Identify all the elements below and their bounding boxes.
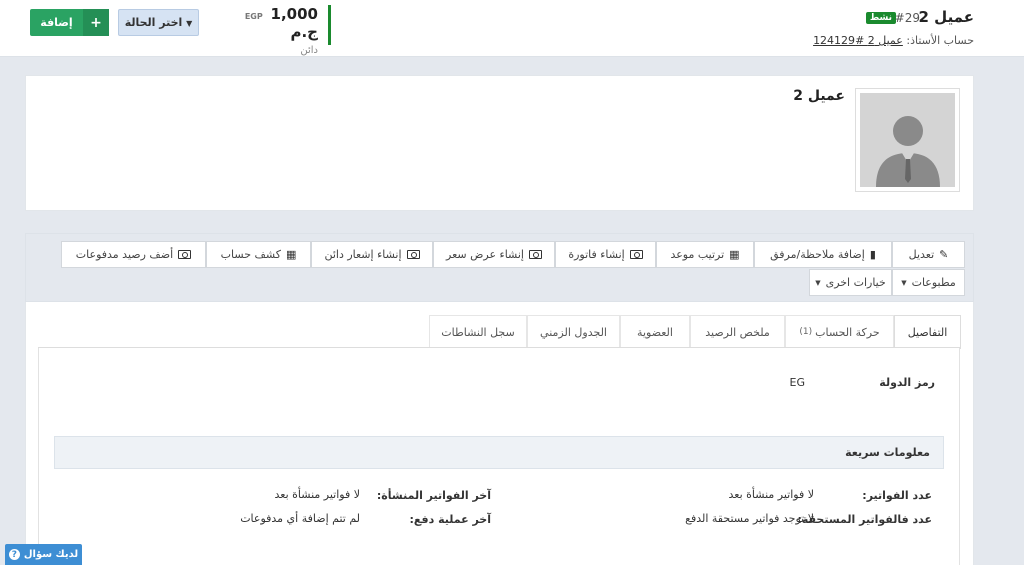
last-invoices-label: آخر الفواتير المنشأة:	[376, 489, 491, 502]
statement-button[interactable]: ▦ كشف حساب	[206, 241, 311, 268]
invoice-count-value: لا فواتير منشأة بعد	[728, 488, 815, 501]
money-icon	[529, 250, 542, 259]
create-credit-note-button[interactable]: إنشاء إشعار دائن	[311, 241, 433, 268]
due-invoices-value: لا توجد فواتير مستحقة الدفع	[685, 512, 814, 525]
tab-details[interactable]: التفاصيل	[894, 315, 961, 349]
due-invoices-label: عدد فالفواتير المستحقة:	[797, 513, 932, 526]
pencil-icon: ✎	[939, 248, 949, 261]
money-icon	[406, 250, 420, 259]
balance-box: EGP 1,000 ج.م دائن	[228, 5, 331, 56]
status-select-label: اختر الحالة	[124, 16, 183, 29]
client-number: #29	[894, 11, 920, 25]
schedule-button[interactable]: ▦ ترتيب موعد	[656, 241, 754, 268]
ledger-account-prefix: حساب الأستاذ:	[906, 34, 974, 47]
create-quote-button-label: إنشاء عرض سعر	[446, 248, 524, 261]
add-note-button[interactable]: ▮ إضافة ملاحظة/مرفق	[754, 241, 892, 268]
tab-balance-summary-label: ملخص الرصيد	[705, 325, 770, 339]
tab-membership[interactable]: العضوية	[620, 315, 690, 348]
last-payment-label: آخر عملية دفع:	[409, 513, 491, 526]
money-icon	[178, 250, 192, 259]
tab-account-movement-count: (1)	[799, 327, 813, 337]
balance-currency: EGP	[244, 12, 263, 21]
ledger-account-line: حساب الأستاذ: عميل 2 #124129	[813, 34, 974, 47]
tab-balance-summary[interactable]: ملخص الرصيد	[690, 315, 785, 348]
tab-membership-label: العضوية	[637, 325, 673, 339]
tab-account-movement[interactable]: حركة الحساب (1)	[785, 315, 894, 348]
profile-name: عميل 2	[793, 88, 845, 104]
tab-timeline-label: الجدول الزمني	[540, 325, 607, 339]
tab-account-movement-label: حركة الحساب	[815, 325, 880, 339]
add-button[interactable]: إضافة +	[30, 9, 109, 36]
balance-type: دائن	[300, 45, 318, 56]
create-invoice-button[interactable]: إنشاء فاتورة	[555, 241, 656, 268]
tabs-divider	[38, 347, 960, 348]
edit-button-label: تعديل	[908, 248, 935, 261]
prints-dropdown-label: مطبوعات	[911, 276, 956, 289]
create-quote-button[interactable]: إنشاء عرض سعر	[433, 241, 555, 268]
other-options-dropdown-label: خيارات اخرى	[825, 276, 886, 289]
plus-icon: +	[83, 9, 109, 36]
status-select-button[interactable]: اختر الحالة ▼	[118, 9, 199, 36]
schedule-button-label: ترتيب موعد	[670, 248, 725, 261]
question-icon: ?	[8, 549, 20, 560]
add-note-button-label: إضافة ملاحظة/مرفق	[770, 248, 865, 261]
client-name: عميل 2	[918, 8, 974, 26]
country-code-value: EG	[789, 376, 805, 389]
create-invoice-button-label: إنشاء فاتورة	[568, 248, 625, 261]
top-header: عميل 2 #29 نشط حساب الأستاذ: عميل 2 #124…	[0, 0, 1024, 57]
status-badge: نشط	[865, 12, 896, 24]
avatar	[855, 88, 960, 192]
book-icon: ▮	[869, 248, 876, 261]
last-payment-value: لم تتم إضافة أي مدفوعات	[240, 512, 360, 525]
help-button-label: لديك سؤال	[23, 549, 79, 560]
prints-dropdown[interactable]: مطبوعات ▼	[892, 269, 965, 296]
calculator-icon: ▦	[285, 248, 297, 261]
other-options-dropdown[interactable]: خيارات اخرى ▼	[809, 269, 892, 296]
country-code-label: رمز الدولة	[879, 376, 935, 389]
calendar-icon: ▦	[729, 248, 740, 261]
edit-button[interactable]: ✎ تعديل	[892, 241, 965, 268]
create-credit-note-button-label: إنشاء إشعار دائن	[324, 248, 402, 261]
add-payment-balance-button-label: أضف رصيد مدفوعات	[75, 248, 174, 261]
user-silhouette-icon	[860, 93, 955, 187]
add-button-label: إضافة	[40, 16, 73, 29]
tab-activity-log[interactable]: سجل النشاطات	[429, 315, 527, 348]
tab-details-label: التفاصيل	[907, 326, 948, 339]
last-invoices-value: لا فواتير منشأة بعد	[274, 488, 361, 501]
caret-down-icon: ▼	[815, 278, 821, 287]
add-payment-balance-button[interactable]: أضف رصيد مدفوعات	[61, 241, 206, 268]
quick-info-title: معلومات سريعة	[845, 446, 930, 459]
caret-down-icon: ▼	[186, 19, 193, 28]
caret-down-icon: ▼	[901, 278, 907, 287]
balance-amount: 1,000 ج.م	[270, 5, 318, 41]
ledger-account-link[interactable]: عميل 2 #124129	[813, 34, 903, 47]
tab-activity-log-label: سجل النشاطات	[441, 325, 515, 339]
money-icon	[629, 250, 643, 259]
statement-button-label: كشف حساب	[220, 248, 281, 261]
invoice-count-label: عدد الفواتير:	[862, 489, 932, 502]
profile-card: عميل 2	[25, 75, 974, 211]
help-button[interactable]: لديك سؤال ?	[5, 544, 82, 565]
quick-info-header: معلومات سريعة	[54, 436, 944, 469]
tab-timeline[interactable]: الجدول الزمني	[527, 315, 620, 348]
